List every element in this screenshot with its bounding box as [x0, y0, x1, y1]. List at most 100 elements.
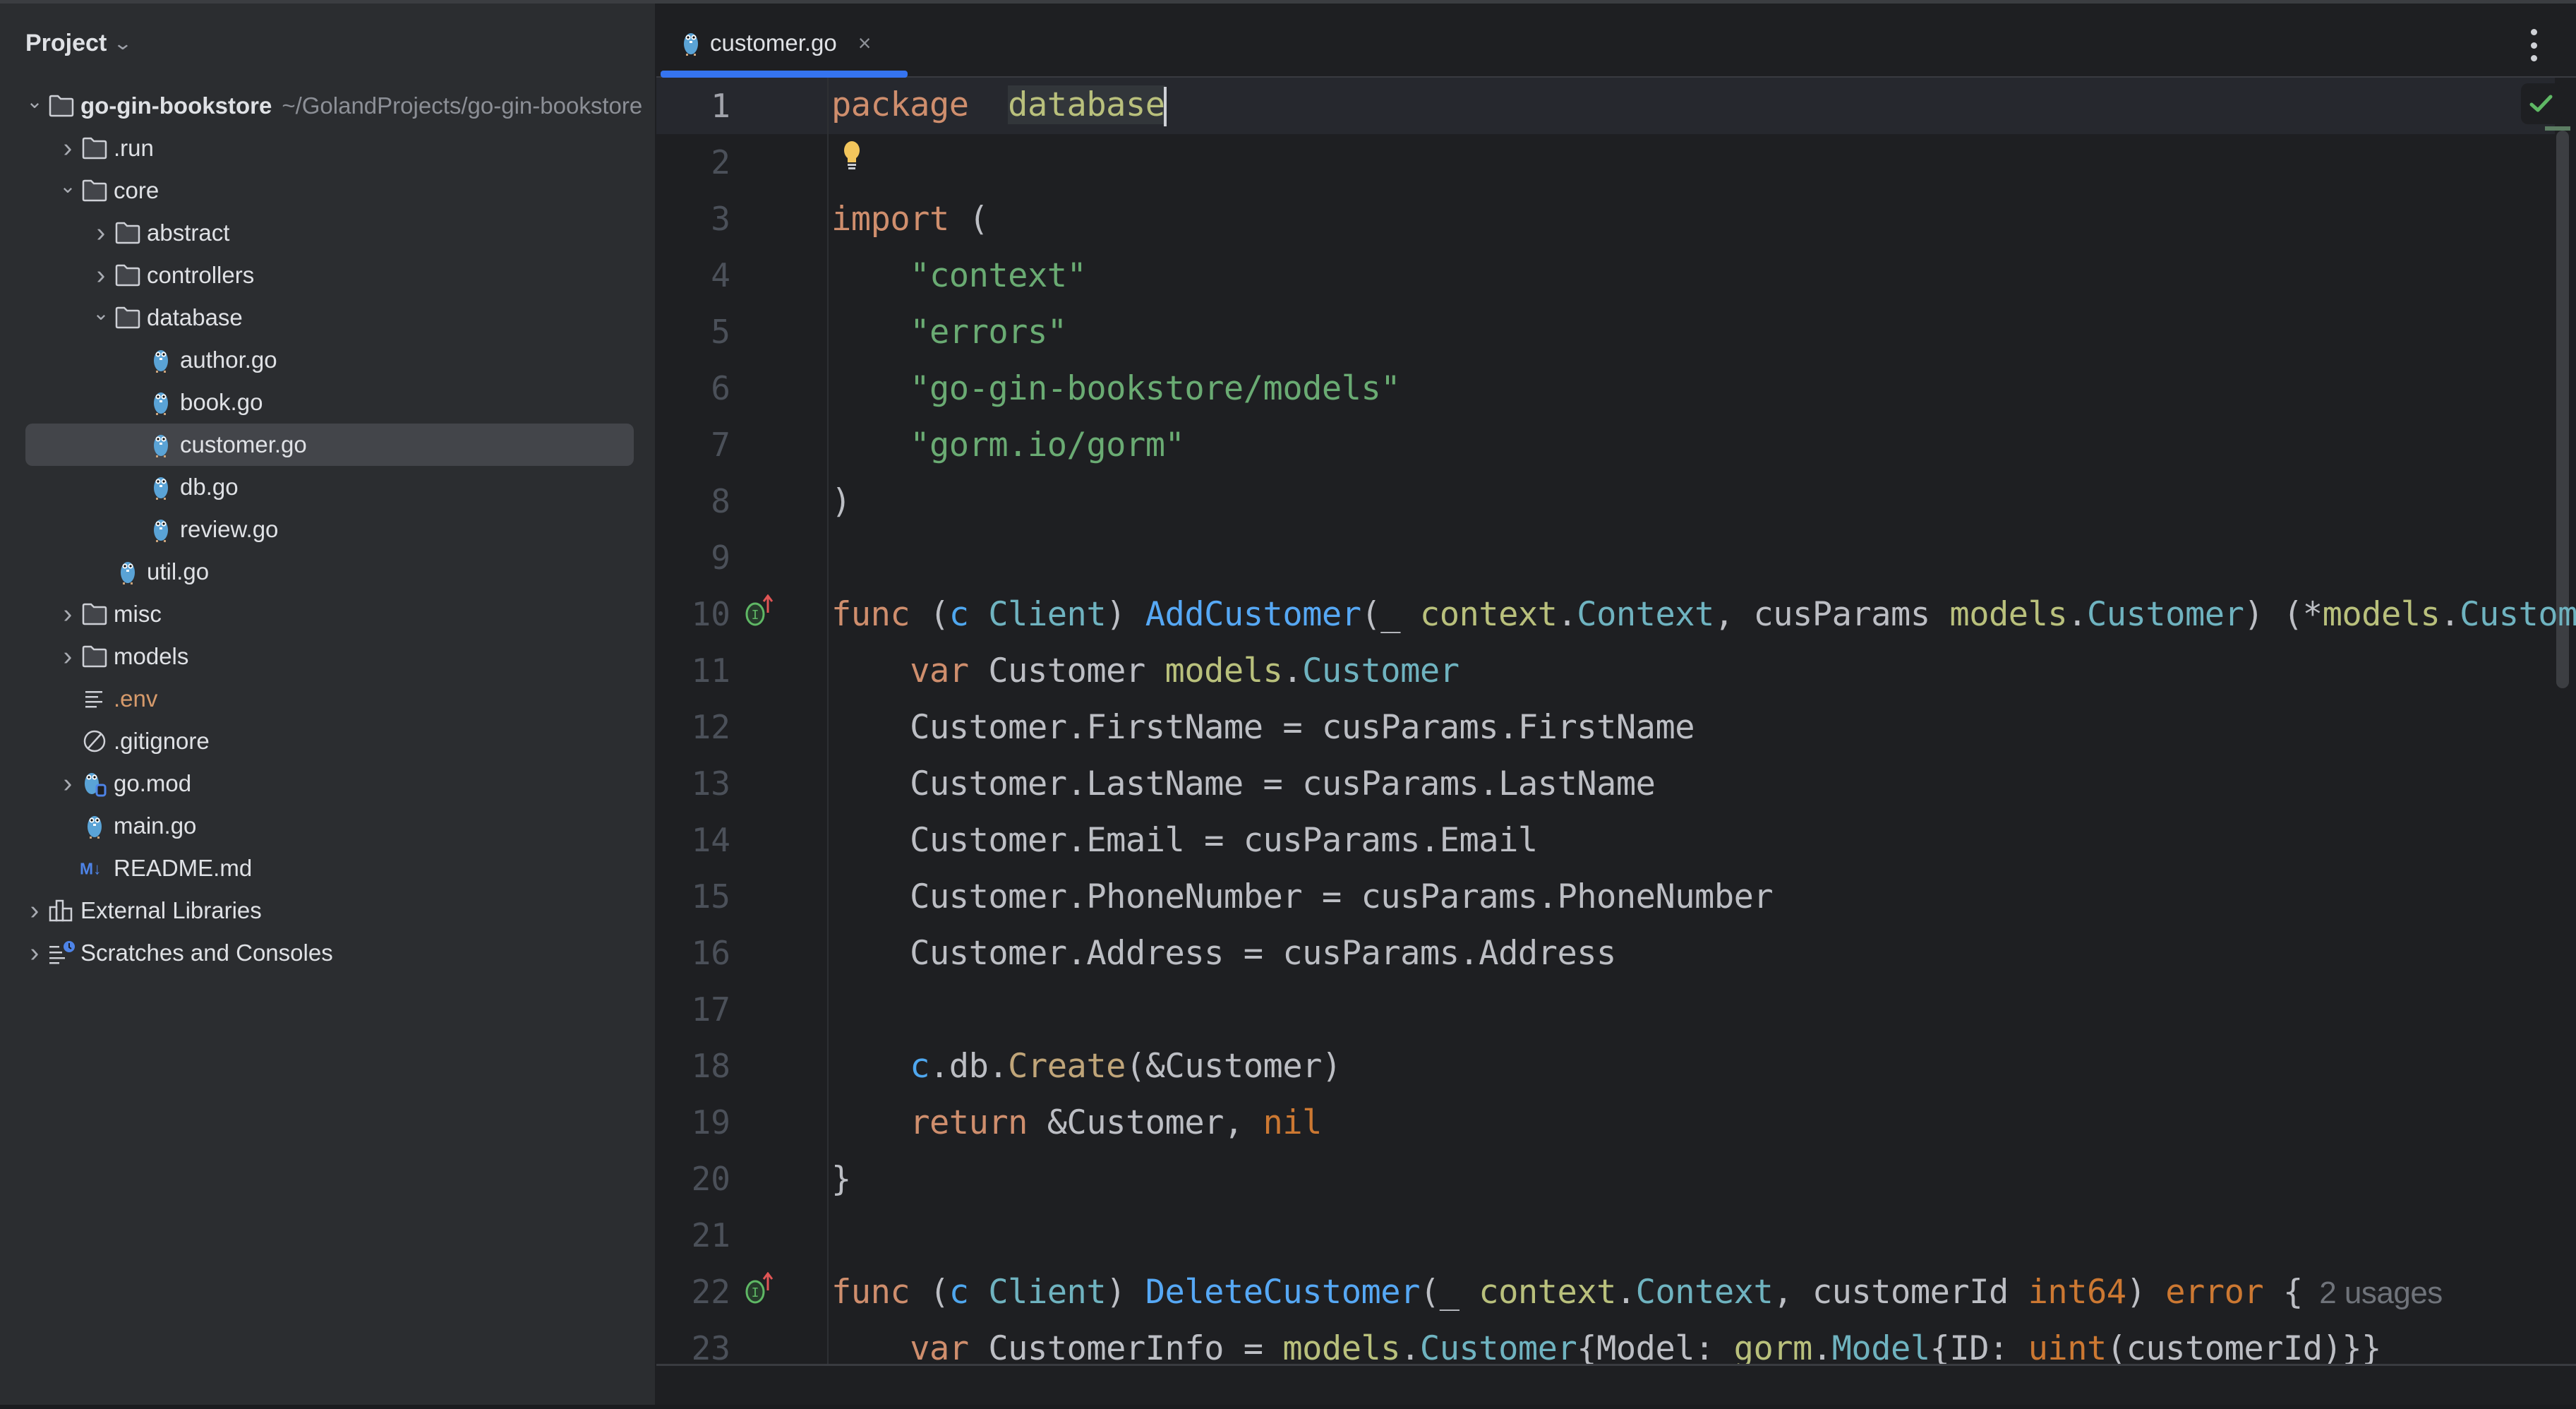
tree-item-external-libraries[interactable]: › External Libraries: [23, 891, 262, 930]
code-line[interactable]: 1 package database: [656, 78, 2576, 134]
project-view-selector[interactable]: Project ⌄: [25, 25, 133, 61]
line-number: 16: [691, 934, 730, 972]
code-token: &Customer,: [1027, 1103, 1263, 1142]
more-options-icon[interactable]: [2527, 29, 2541, 61]
go-file-icon: [113, 558, 143, 586]
code-line[interactable]: 16 Customer.Address = cusParams.Address: [656, 925, 2576, 981]
code-line[interactable]: 23 var CustomerInfo = models.Customer{Mo…: [656, 1320, 2576, 1365]
code-token: ): [831, 481, 851, 521]
code-token: Customer: [1419, 1329, 1577, 1365]
code-text: "gorm.io/gorm": [831, 426, 1185, 464]
tree-item-label: book.go: [180, 389, 263, 415]
code-line[interactable]: 11 var Customer models.Customer: [656, 642, 2576, 699]
chevron-right-icon[interactable]: ›: [56, 769, 80, 799]
code-text: "errors": [831, 313, 1067, 352]
svg-text:I: I: [752, 1285, 759, 1300]
code-text: return &Customer, nil: [831, 1103, 1322, 1142]
code-editor[interactable]: 1 package database 2 3 import (4 "context" 5 …: [656, 78, 2576, 1364]
tree-item-label: database: [147, 304, 243, 330]
tree-item-controllers[interactable]: › controllers: [89, 256, 255, 295]
tree-item-customer-go[interactable]: customer.go: [122, 425, 307, 464]
tree-item-go-mod[interactable]: › go.mod: [56, 764, 191, 803]
code-line[interactable]: 19 return &Customer, nil: [656, 1094, 2576, 1151]
tree-item-label: .gitignore: [114, 728, 210, 754]
code-line[interactable]: 22 Ifunc (c Client) DeleteCustomer(_ cont…: [656, 1264, 2576, 1320]
code-line[interactable]: 14 Customer.Email = cusParams.Email: [656, 812, 2576, 868]
tree-item-util-go[interactable]: util.go: [89, 552, 209, 592]
tree-item-core[interactable]: ⌄ core: [56, 171, 159, 210]
code-line[interactable]: 15 Customer.PhoneNumber = cusParams.Phon…: [656, 868, 2576, 925]
code-text: Customer.Email = cusParams.Email: [831, 821, 1538, 860]
code-token: int64: [2028, 1272, 2126, 1312]
code-line[interactable]: 17: [656, 981, 2576, 1038]
code-line[interactable]: 6 "go-gin-bookstore/models": [656, 360, 2576, 416]
tree-item-abstract[interactable]: › abstract: [89, 213, 230, 253]
code-token: Customer: [2460, 594, 2576, 634]
implements-interface-icon[interactable]: I: [742, 594, 778, 630]
code-line[interactable]: 10 Ifunc (c Client) AddCustomer(_ context…: [656, 586, 2576, 642]
code-line[interactable]: 4 "context": [656, 247, 2576, 304]
code-token: context: [1479, 1272, 1616, 1312]
tree-item-review-go[interactable]: review.go: [122, 510, 278, 549]
chevron-down-icon[interactable]: ⌄: [56, 174, 80, 198]
tree-item-models[interactable]: › models: [56, 637, 189, 676]
code-line[interactable]: 21: [656, 1207, 2576, 1264]
close-tab-icon[interactable]: ×: [858, 30, 872, 56]
chevron-right-icon[interactable]: ›: [23, 938, 47, 969]
tree-item-author-go[interactable]: author.go: [122, 340, 277, 380]
code-token: var: [910, 1329, 969, 1365]
scratches-icon: [47, 939, 76, 967]
tree-item-gitignore[interactable]: .gitignore: [56, 721, 210, 761]
code-line[interactable]: 13 Customer.LastName = cusParams.LastNam…: [656, 755, 2576, 812]
code-token: ): [2126, 1272, 2166, 1312]
code-line[interactable]: 7 "gorm.io/gorm": [656, 416, 2576, 473]
code-line[interactable]: 12 Customer.FirstName = cusParams.FirstN…: [656, 699, 2576, 755]
ignore-file-icon: [80, 727, 109, 755]
code-line[interactable]: 18 c.db.Create(&Customer): [656, 1038, 2576, 1094]
code-token: func: [831, 594, 910, 634]
code-line[interactable]: 2: [656, 134, 2576, 191]
code-token: (customerId)}}: [2106, 1329, 2382, 1365]
tree-item-db-go[interactable]: db.go: [122, 467, 239, 507]
code-line[interactable]: 20}: [656, 1151, 2576, 1207]
chevron-down-icon[interactable]: ⌄: [89, 301, 113, 325]
code-line[interactable]: 9: [656, 529, 2576, 586]
code-token: .: [1615, 1272, 1636, 1312]
chevron-right-icon[interactable]: ›: [56, 642, 80, 672]
editor-tab-bar: customer.go ×: [656, 4, 2576, 78]
tree-item-go-gin-bookstore[interactable]: ⌄ go-gin-bookstore ~/GolandProjects/go-gin…: [23, 86, 642, 126]
tree-item-database[interactable]: ⌄ database: [89, 298, 243, 337]
code-line[interactable]: 5 "errors": [656, 304, 2576, 360]
tree-item-readme-md[interactable]: M↓ README.md: [56, 849, 252, 888]
code-token: DeleteCustomer: [1145, 1272, 1421, 1312]
chevron-right-icon[interactable]: ›: [89, 218, 113, 248]
tree-item-main-go[interactable]: main.go: [56, 806, 196, 846]
editor-bottom-border: [656, 1364, 2576, 1366]
code-line[interactable]: 3 import (: [656, 191, 2576, 247]
tab-customer-go[interactable]: customer.go ×: [676, 25, 871, 61]
line-number: 8: [711, 482, 730, 520]
implements-interface-icon[interactable]: I: [742, 1271, 778, 1307]
selection-highlight: [25, 424, 634, 466]
chevron-right-icon[interactable]: ›: [23, 896, 47, 926]
chevron-right-icon[interactable]: ›: [56, 599, 80, 630]
chevron-right-icon[interactable]: ›: [56, 133, 80, 164]
tree-item-env[interactable]: .env: [56, 679, 157, 719]
folder-icon: [113, 261, 143, 289]
go-file-icon: [146, 431, 176, 459]
markdown-icon: M↓: [80, 854, 109, 882]
tree-item-book-go[interactable]: book.go: [122, 383, 263, 422]
tree-item-scratches-and-consoles[interactable]: › Scratches and Consoles: [23, 933, 333, 973]
chevron-down-icon: ⌄: [112, 32, 133, 54]
tree-item-misc[interactable]: › misc: [56, 594, 162, 634]
tree-item-run[interactable]: › .run: [56, 128, 154, 168]
usages-inlay-hint[interactable]: 2 usages: [2303, 1276, 2443, 1310]
code-line[interactable]: 8): [656, 473, 2576, 529]
chevron-right-icon[interactable]: ›: [89, 260, 113, 291]
chevron-down-icon[interactable]: ⌄: [23, 90, 47, 113]
